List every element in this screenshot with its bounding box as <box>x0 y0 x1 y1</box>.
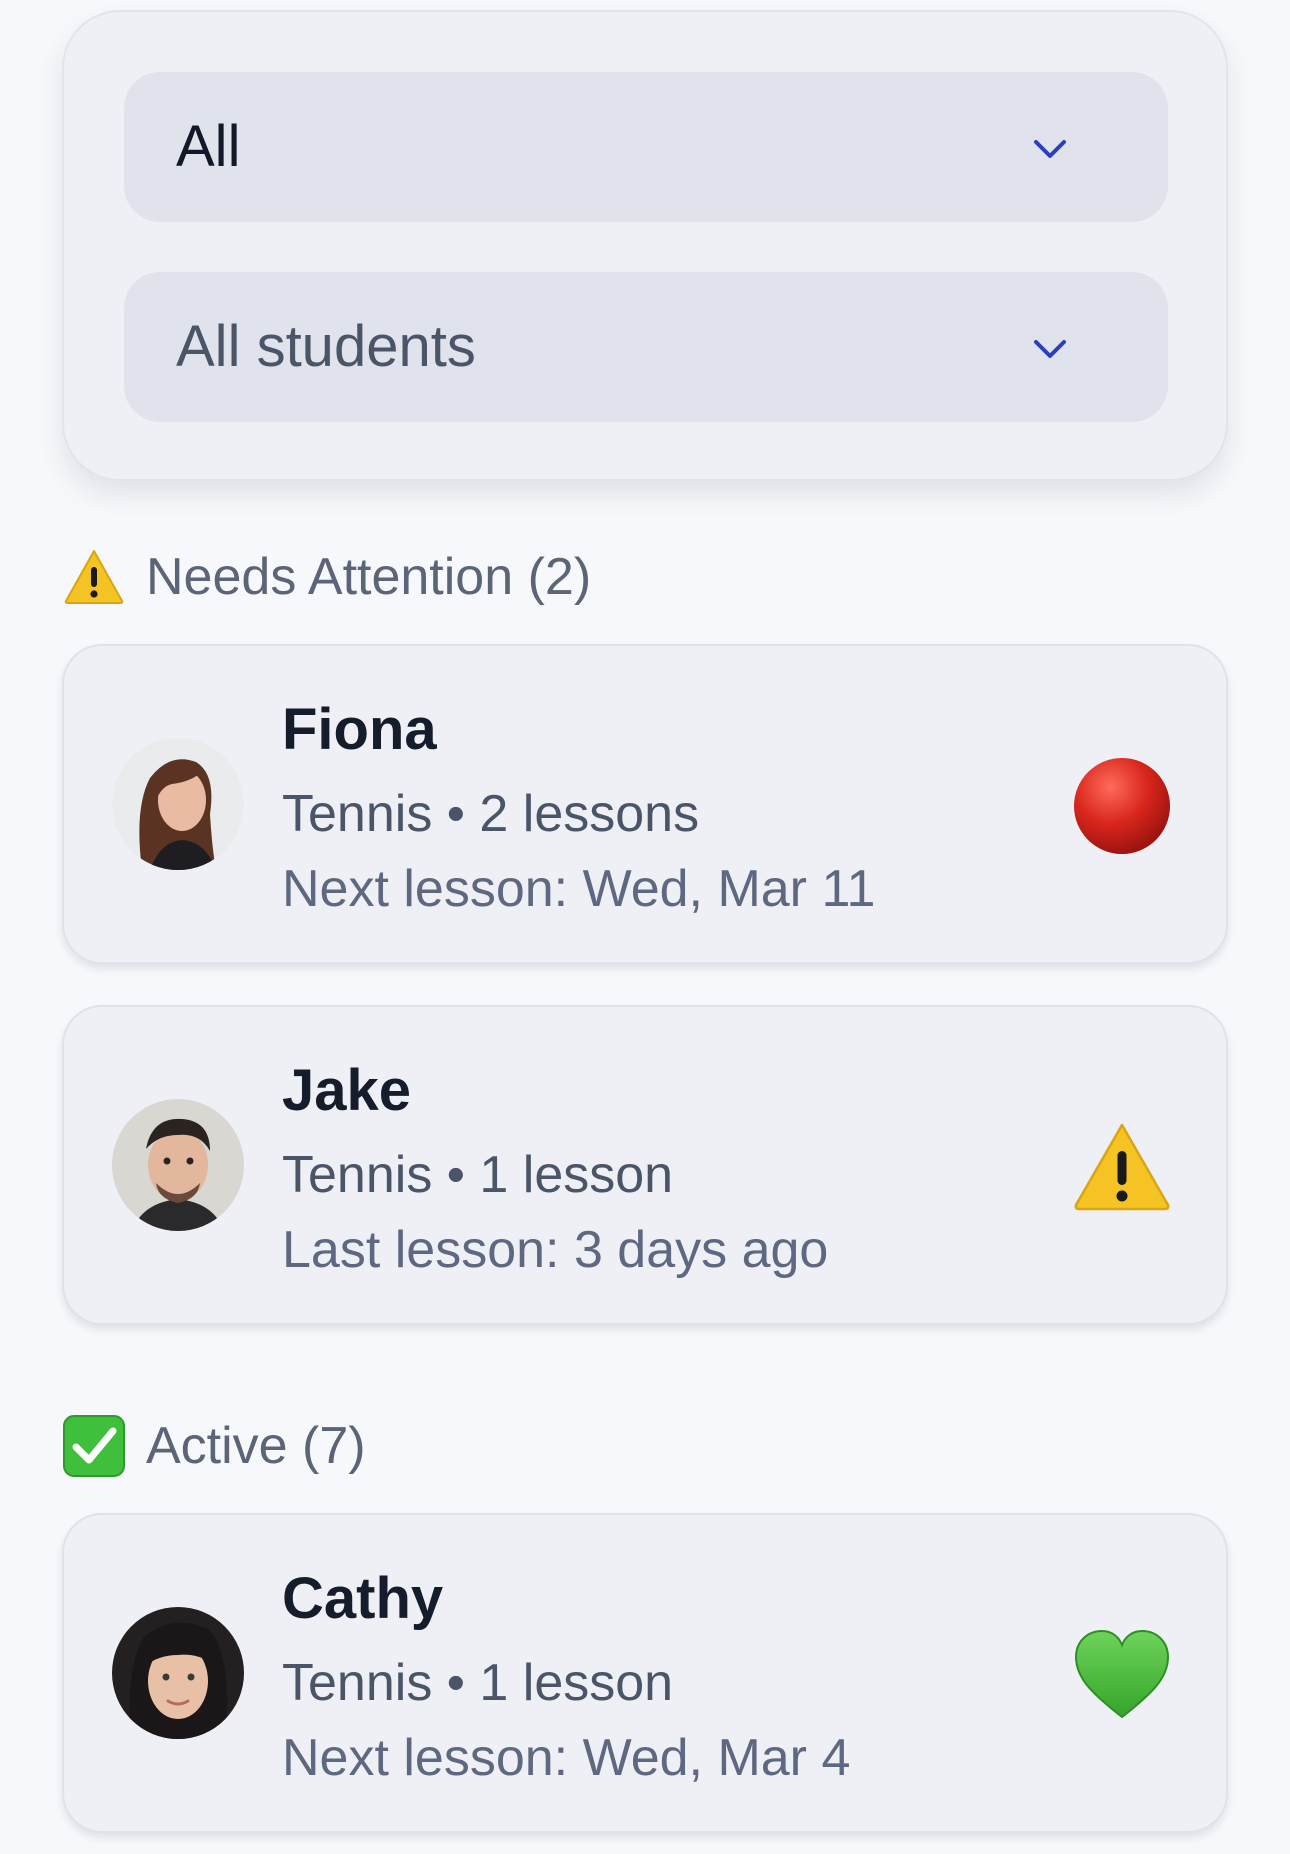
category-filter-select[interactable]: All <box>124 72 1168 222</box>
check-box-icon <box>63 1415 125 1477</box>
warning-icon <box>1072 1117 1172 1217</box>
filter-panel: All All students <box>62 10 1228 481</box>
student-filter-select[interactable]: All students <box>124 272 1168 422</box>
section-header-active: Active (7) <box>62 1414 366 1478</box>
student-name: Jake <box>282 1058 412 1123</box>
student-card-fiona[interactable]: Fiona Tennis • 2 lessons Next lesson: We… <box>62 644 1228 964</box>
student-card-cathy[interactable]: Cathy Tennis • 1 lesson Next lesson: Wed… <box>62 1513 1228 1833</box>
red-circle-icon <box>1072 756 1172 856</box>
student-name: Cathy <box>282 1566 444 1631</box>
student-info: Tennis • 2 lessons <box>282 785 700 843</box>
student-info: Tennis • 1 lesson <box>282 1146 674 1204</box>
lesson-status: Next lesson: Wed, Mar 11 <box>282 860 876 918</box>
lesson-status: Last lesson: 3 days ago <box>282 1221 829 1279</box>
student-info: Tennis • 1 lesson <box>282 1654 674 1712</box>
section-title: Active (7) <box>146 1417 366 1475</box>
category-filter-value: All <box>176 114 241 179</box>
section-header-needs-attention: Needs Attention (2) <box>62 545 591 609</box>
chevron-down-icon <box>1034 140 1066 158</box>
section-title: Needs Attention (2) <box>146 548 592 606</box>
chevron-down-icon <box>1034 340 1066 358</box>
lesson-status: Next lesson: Wed, Mar 4 <box>282 1729 851 1787</box>
avatar <box>112 1607 244 1739</box>
avatar <box>112 738 244 870</box>
student-filter-value: All students <box>176 314 476 379</box>
student-card-jake[interactable]: Jake Tennis • 1 lesson Last lesson: 3 da… <box>62 1005 1228 1325</box>
avatar <box>112 1099 244 1231</box>
student-name: Fiona <box>282 697 437 762</box>
green-heart-icon <box>1072 1625 1172 1725</box>
warning-icon <box>64 550 124 604</box>
